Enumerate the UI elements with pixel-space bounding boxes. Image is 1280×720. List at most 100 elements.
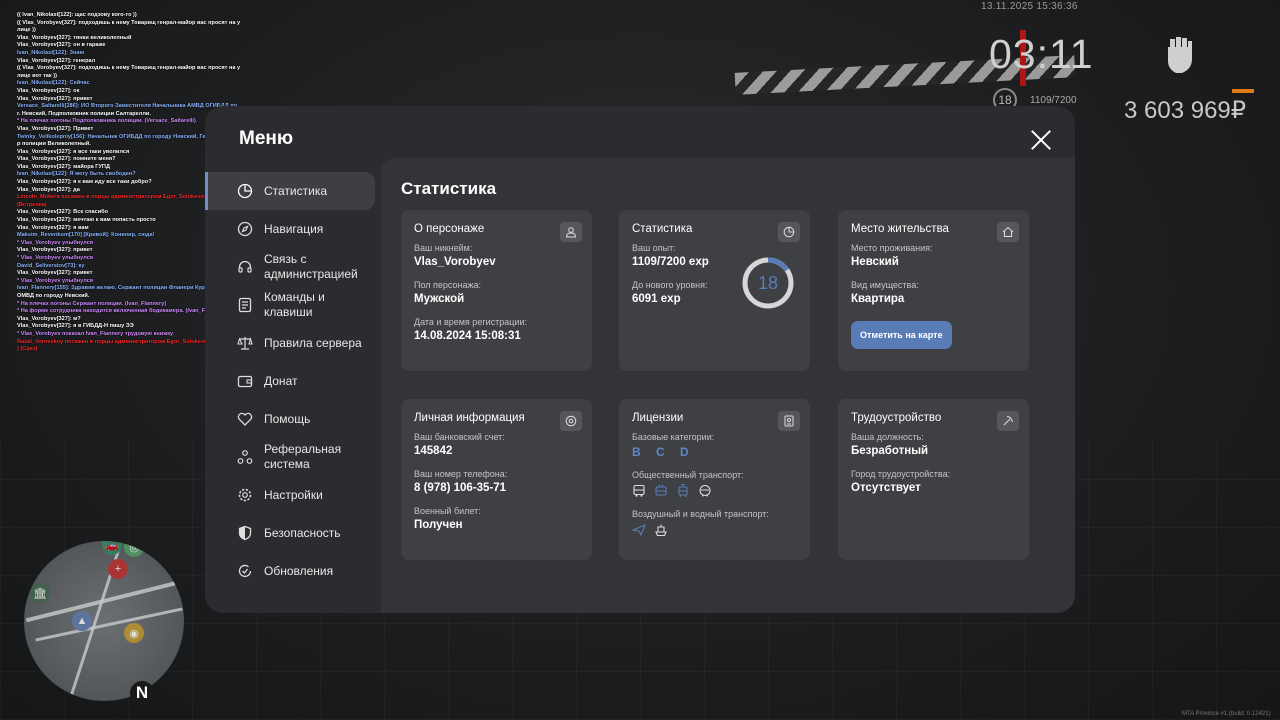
fist-icon <box>1162 33 1198 75</box>
chat-line: Vlas_Vorobyev[327]: привет <box>17 95 93 102</box>
phone-label: Ваш номер телефона: <box>414 469 508 479</box>
id-card-icon <box>778 411 800 431</box>
personal-card: Личная информация Ваш банковский счет: 1… <box>401 399 592 560</box>
compass-north-icon: N <box>130 681 154 705</box>
card-title: Лицензии <box>632 412 684 424</box>
map-coin-icon: ◉ <box>124 623 144 643</box>
phone-value: 8 (978) 106-35-71 <box>414 482 507 494</box>
gender-label: Пол персонажа: <box>414 280 482 290</box>
home-icon <box>997 222 1019 242</box>
public-transport-icons <box>632 484 797 498</box>
nav-label: Связь с администрацией <box>264 252 358 281</box>
scales-icon <box>237 335 253 351</box>
residence-label: Место проживания: <box>851 243 933 253</box>
registration-value: 14.08.2024 15:08:31 <box>414 330 521 342</box>
chat-line: Ivan_Nikolast[122]: Знаю <box>17 49 85 56</box>
nav-label: Правила сервера <box>264 336 362 350</box>
employment-city-value: Отсутствует <box>851 482 921 494</box>
ship-icon <box>654 523 668 537</box>
chat-line: лице )) <box>17 27 36 34</box>
employment-card: Трудоустройство Ваша должность: Безработ… <box>838 399 1029 560</box>
property-value: Квартира <box>851 293 905 305</box>
menu-title: Меню <box>239 128 294 149</box>
military-label: Военный билет: <box>414 506 481 516</box>
position-label: Ваша должность: <box>851 432 924 442</box>
nav-item-updates[interactable]: Обновления <box>205 552 381 590</box>
map-bank-icon: 🏛 <box>30 583 50 603</box>
nav-label: Команды и клавиши <box>264 290 325 319</box>
chat-line: (( Ivan_Nikolast[122]: щас подзову кого-… <box>17 12 137 18</box>
network-icon <box>237 449 253 465</box>
trolleybus-icon <box>654 484 668 498</box>
basic-categories-label: Базовые категории: <box>632 432 715 442</box>
hud-date: 13.11.2025 15:36:36 <box>981 1 1078 12</box>
hud-clock: 03:11 <box>989 31 1094 77</box>
exp-label: Ваш опыт: <box>632 243 676 253</box>
registration-label: Дата и время регистрации: <box>414 317 527 327</box>
hud-money: 3 603 969₽ <box>1124 97 1247 124</box>
chat-line: Vlas_Vorobyev[327]: он в гараже <box>17 42 106 49</box>
pickaxe-icon <box>997 411 1019 431</box>
basic-categories-value: B C D <box>632 445 695 459</box>
sidebar: Статистика Навигация Связь с администрац… <box>205 172 381 590</box>
level-progress-ring: 18 <box>742 257 794 309</box>
chat-line: Vlas_Vorobyev[327]: генерал <box>17 57 96 64</box>
card-title: Личная информация <box>414 412 525 424</box>
nav-label: Реферальная система <box>264 442 342 471</box>
bank-value: 145842 <box>414 445 453 457</box>
level-value: 18 <box>758 273 778 293</box>
nav-item-referral[interactable]: Реферальная система <box>205 438 381 476</box>
compass-icon <box>237 221 253 237</box>
nav-item-statistics[interactable]: Статистика <box>205 172 375 210</box>
hud-exp: 1109/7200 <box>1030 95 1077 106</box>
gear-icon <box>237 487 253 503</box>
nickname-value: Vlas_Vorobyev <box>414 256 496 268</box>
chat-line: Vlas_Vorobyev[327]: тянки великолепный <box>17 34 132 41</box>
residence-card: Место жительства Место проживания: Невск… <box>838 210 1029 371</box>
page-title: Статистика <box>401 179 497 198</box>
nav-label: Безопасность <box>264 526 341 540</box>
at-sign-icon <box>560 411 582 431</box>
bus-icon <box>632 484 646 498</box>
nav-item-security[interactable]: Безопасность <box>205 514 381 552</box>
nav-item-navigation[interactable]: Навигация <box>205 210 381 248</box>
nav-label: Навигация <box>264 222 324 236</box>
build-version: MTA Province #1 (build: 0.12421) <box>1182 711 1271 717</box>
heart-hand-icon <box>237 411 253 427</box>
public-transport-label: Общественный транспорт: <box>632 470 744 480</box>
chat-line: Vlas_Vorobyev[327]: ок <box>17 87 80 94</box>
nav-item-donate[interactable]: Донат <box>205 362 381 400</box>
metro-icon <box>698 484 712 498</box>
hud-money-indicator <box>1232 89 1254 93</box>
map-hospital-icon: + <box>108 559 128 579</box>
close-icon[interactable] <box>1030 129 1052 151</box>
nav-item-admin-contact[interactable]: Связь с администрацией <box>205 248 381 286</box>
pie-chart-icon <box>237 183 253 199</box>
nav-label: Обновления <box>264 564 334 578</box>
character-card: О персонаже Ваш никнейм: Vlas_Vorobyev П… <box>401 210 592 371</box>
card-title: Трудоустройство <box>851 412 942 424</box>
plane-icon <box>632 523 646 537</box>
chat-line: лице вот так )) <box>17 72 57 79</box>
mark-on-map-button[interactable]: Отметить на карте <box>851 321 952 349</box>
nav-item-rules[interactable]: Правила сервера <box>205 324 381 362</box>
nav-label: Настройки <box>264 488 323 502</box>
shield-icon <box>237 525 253 541</box>
headset-icon <box>237 259 253 275</box>
nickname-label: Ваш никнейм: <box>414 243 473 253</box>
stats-panel: Статистика О персонаже Ваш никнейм: Vlas… <box>381 158 1075 613</box>
clock-pie-icon <box>778 222 800 242</box>
air-water-label: Воздушный и водный транспорт: <box>632 509 769 519</box>
chat-line: (( Vlas_Vorobyev[327]: подходишь к нему … <box>17 19 241 26</box>
gender-value: Мужской <box>414 293 465 305</box>
employment-city-label: Город трудоустройства: <box>851 469 951 479</box>
nav-item-settings[interactable]: Настройки <box>205 476 381 514</box>
wallet-icon <box>237 373 253 389</box>
air-water-icons <box>632 523 797 537</box>
refresh-check-icon <box>237 563 253 579</box>
nav-item-commands[interactable]: Команды и клавиши <box>205 286 381 324</box>
chat-line: (( Vlas_Vorobyev[327]: подходишь к нему … <box>17 65 241 72</box>
nav-item-help[interactable]: Помощь <box>205 400 381 438</box>
chat-line: Ivan_Nikolast[122]: Сейчас <box>17 80 90 87</box>
nav-label: Помощь <box>264 412 311 426</box>
